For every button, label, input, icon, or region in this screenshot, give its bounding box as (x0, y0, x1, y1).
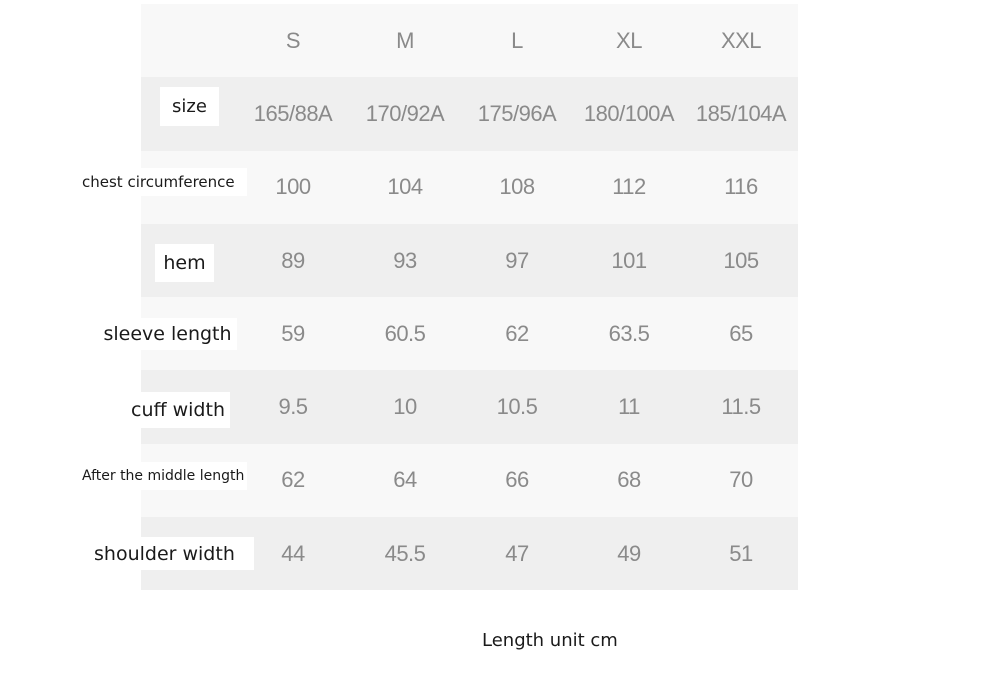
row-label-size: size (160, 87, 219, 126)
table-cell: 89 (281, 247, 305, 273)
row-label-shoulder-width: shoulder width (93, 537, 254, 570)
row-label-hem: hem (155, 244, 214, 282)
table-cell: 70 (729, 467, 753, 493)
table-cell: 116 (724, 174, 758, 200)
table-cell: 11.5 (721, 394, 761, 420)
table-cell: 62 (505, 320, 529, 346)
table-cell: 100 (275, 174, 311, 200)
table-cell: 10 (393, 394, 417, 420)
table-row: 165/88A 170/92A 175/96A 180/100A 185/104… (141, 77, 798, 151)
table-cell: 9.5 (278, 394, 308, 420)
table-cell: 66 (505, 467, 529, 493)
table-cell: 112 (612, 174, 646, 200)
table-cell: 47 (505, 540, 529, 566)
table-cell: 170/92A (365, 100, 445, 126)
table-cell: 105 (723, 247, 759, 273)
table-cell: 93 (393, 247, 417, 273)
table-row: 9.5 10 10.5 11 11.5 (141, 370, 798, 444)
table-cell: 165/88A (253, 100, 333, 126)
table-cell: 101 (611, 247, 647, 273)
table-cell: 49 (617, 540, 641, 566)
table-row: 59 60.5 62 63.5 65 (141, 297, 798, 371)
column-header: M (396, 27, 414, 53)
row-label-cuff-width: cuff width (126, 392, 230, 428)
table-cell: 10.5 (496, 394, 538, 420)
table-cell: 68 (617, 467, 641, 493)
row-label-after-middle-length: After the middle length (80, 462, 247, 490)
table-cell: 65 (729, 320, 753, 346)
table-cell: 97 (505, 247, 529, 273)
table-cell: 11 (618, 394, 640, 420)
table-cell: 185/104A (695, 100, 787, 126)
column-header: XL (616, 27, 642, 53)
row-label-sleeve-length: sleeve length (98, 318, 237, 350)
table-cell: 45.5 (384, 540, 426, 566)
size-chart-table: S M L XL XXL 165/88A 170/92A 175/96A 180… (141, 4, 798, 591)
table-cell: 51 (729, 540, 753, 566)
table-cell: 108 (499, 174, 535, 200)
column-header: XXL (720, 27, 762, 53)
table-row: 89 93 97 101 105 (141, 223, 798, 298)
table-cell: 60.5 (384, 320, 426, 346)
column-header: L (511, 27, 523, 53)
table-cell: 175/96A (477, 100, 557, 126)
column-header: S (285, 27, 301, 53)
row-label-chest-circumference: chest circumference (80, 168, 247, 196)
unit-note: Length unit cm (482, 630, 618, 651)
header-row: S M L XL XXL (141, 4, 798, 78)
table-cell: 62 (281, 467, 305, 493)
table-cell: 180/100A (583, 100, 675, 126)
table-cell: 64 (393, 467, 417, 493)
table-cell: 104 (387, 174, 423, 200)
table-cell: 59 (281, 320, 305, 346)
table-cell: 63.5 (608, 320, 650, 346)
